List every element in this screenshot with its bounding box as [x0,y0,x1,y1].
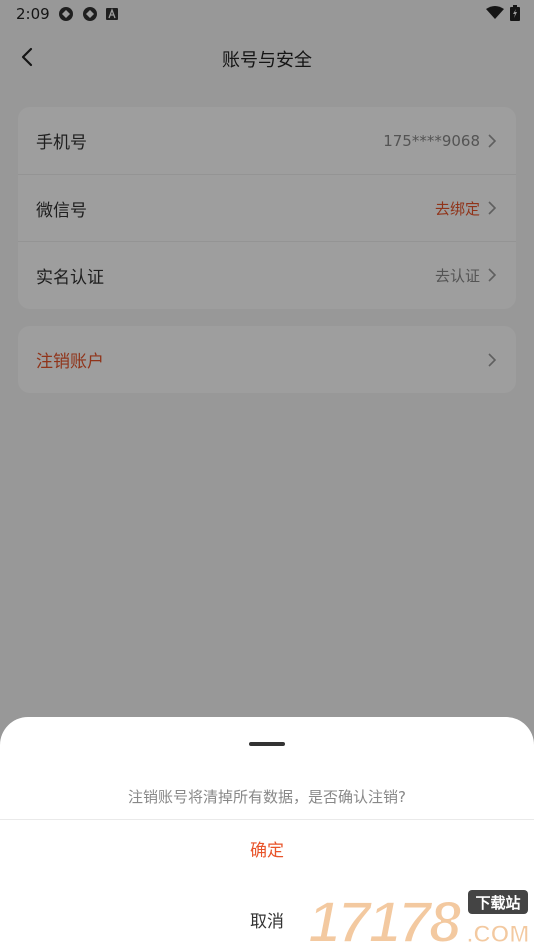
site-watermark-logo: 17178 下载站 .COM [307,889,530,948]
watermark-site-text: 下载站 [475,894,520,912]
sheet-drag-handle[interactable] [249,742,285,746]
watermark-number: 17178 [308,890,462,948]
confirm-button[interactable]: 确定 [0,829,534,873]
watermark-domain-text: .COM [467,921,530,948]
dialog-message: 注销账号将清掉所有数据，是否确认注销? [128,788,406,806]
divider [0,819,534,820]
